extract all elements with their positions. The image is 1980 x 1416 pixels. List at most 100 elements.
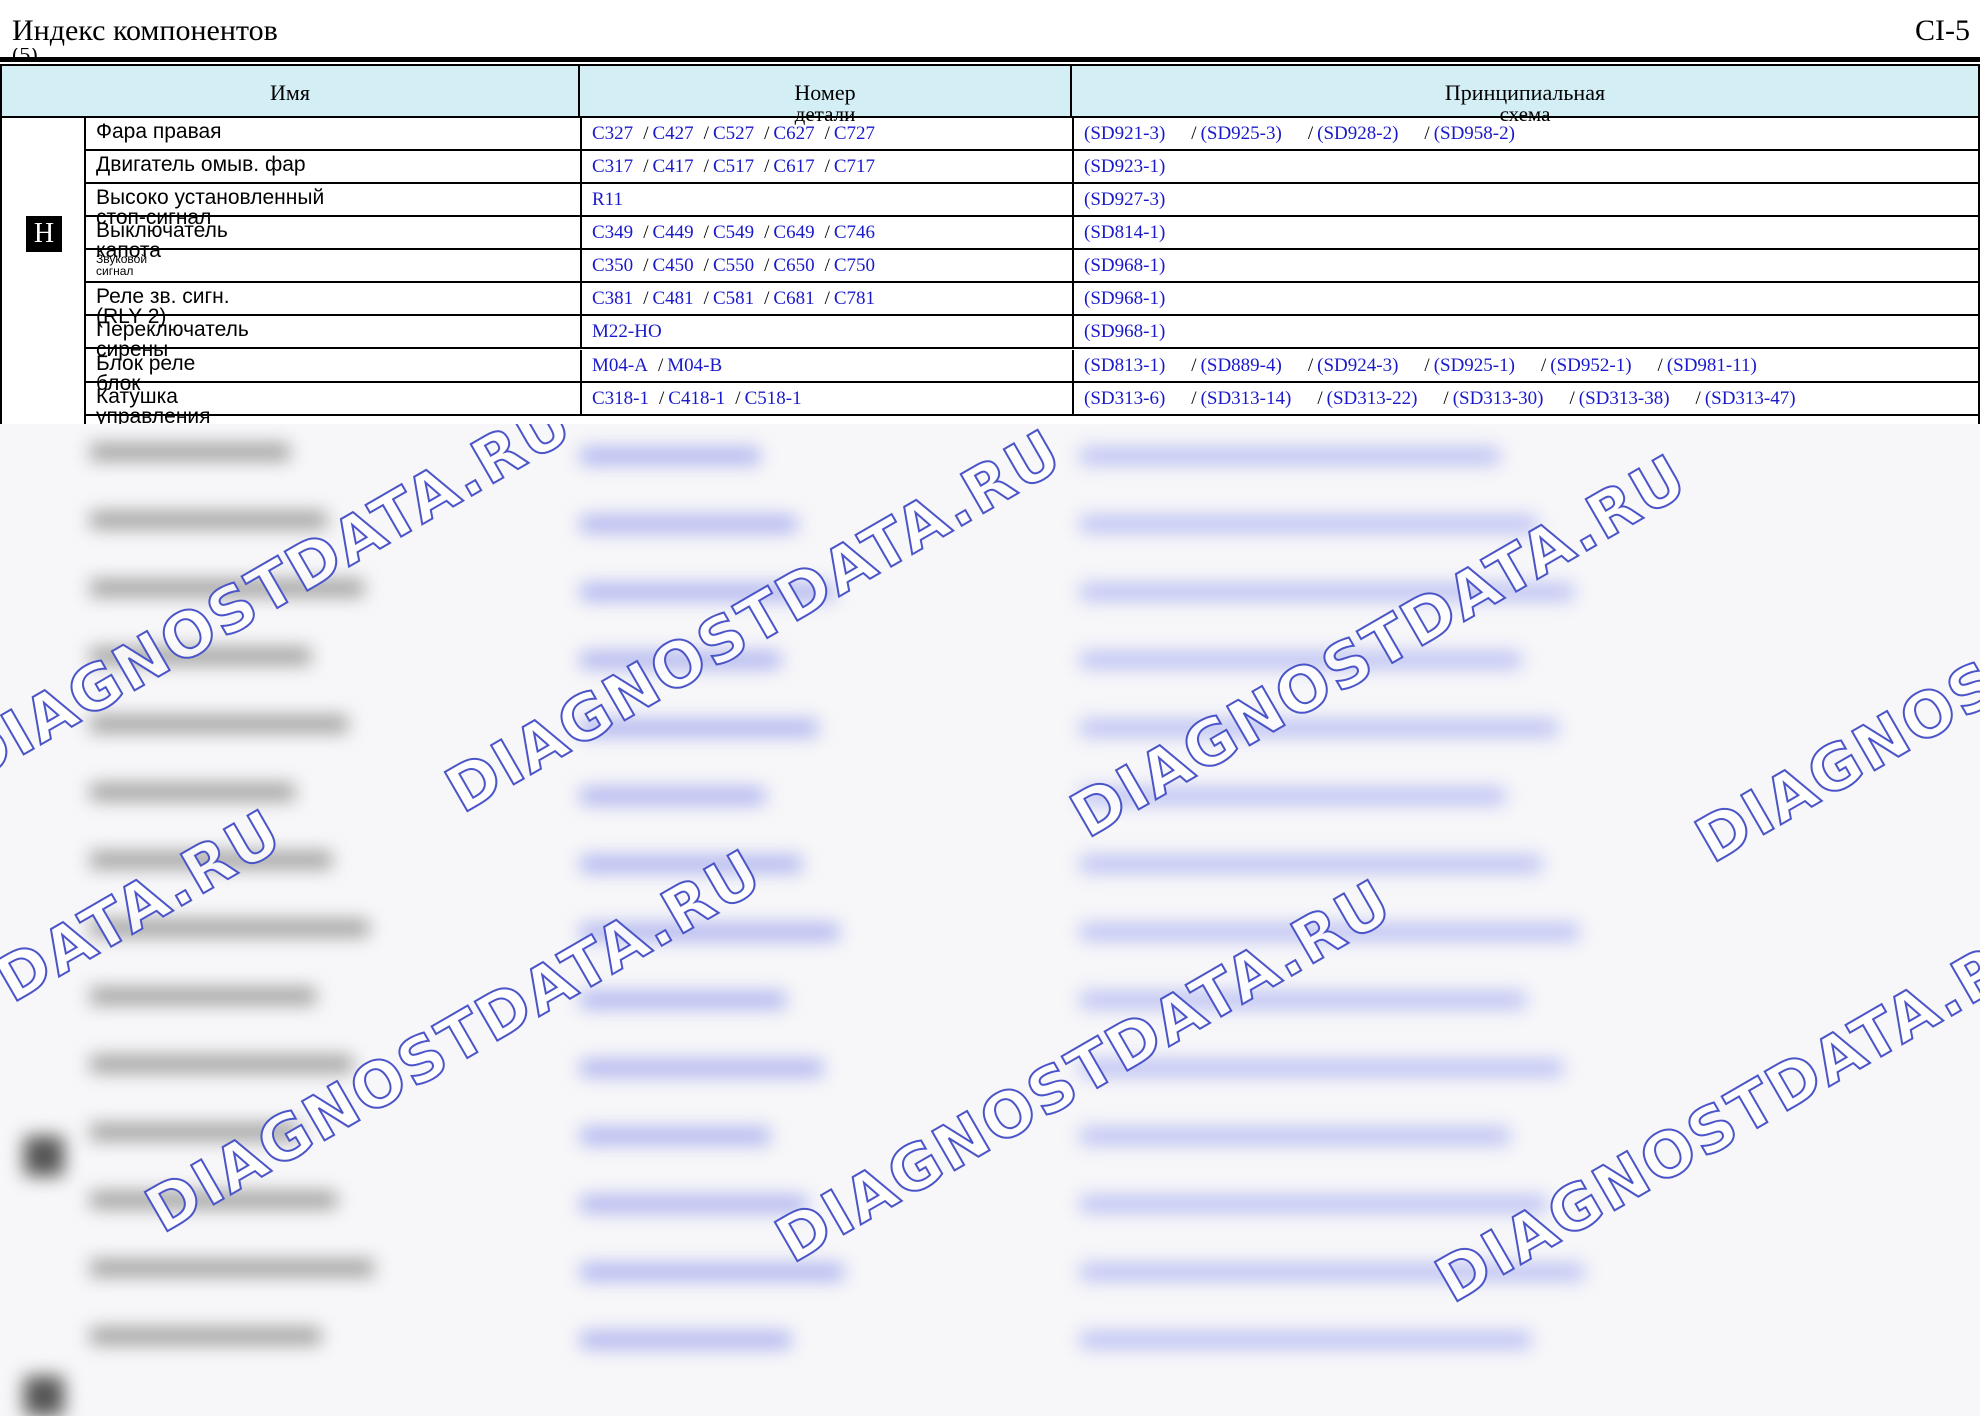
column-header-name-label: Имя <box>270 80 310 105</box>
page-number: CI-5 <box>1915 14 1970 47</box>
schema-link[interactable]: (SD813-1) <box>1084 355 1165 376</box>
schema-link[interactable]: (SD924-3) <box>1317 355 1398 376</box>
schema-link[interactable]: (SD968-1) <box>1084 255 1165 276</box>
part-number-link[interactable]: C717 <box>834 156 875 177</box>
schema-link[interactable]: (SD981-11) <box>1667 355 1757 376</box>
component-name: Фара правая <box>96 120 222 143</box>
part-number-link[interactable]: C450 <box>652 255 693 276</box>
schema-link[interactable]: (SD952-1) <box>1550 355 1631 376</box>
part-number-link[interactable]: M22-HO <box>592 321 662 342</box>
separator: / <box>824 255 830 276</box>
schema-link[interactable]: (SD313-30) <box>1453 388 1544 409</box>
component-name-line1: Фара правая <box>96 120 222 143</box>
blurred-line <box>90 716 348 732</box>
part-number-link[interactable]: C417 <box>652 156 693 177</box>
column-divider <box>580 151 582 182</box>
schema-link[interactable]: (SD313-6) <box>1084 388 1165 409</box>
separator: / <box>703 123 709 144</box>
blurred-line <box>580 992 786 1008</box>
part-number-link[interactable]: C481 <box>652 288 693 309</box>
schema-link[interactable]: (SD958-2) <box>1434 123 1515 144</box>
separator: / <box>1540 355 1547 376</box>
separator: / <box>703 156 709 177</box>
part-number-link[interactable]: C327 <box>592 123 633 144</box>
part-number-link[interactable]: C349 <box>592 222 633 243</box>
schema-link[interactable]: (SD968-1) <box>1084 321 1165 342</box>
component-name: Катушка управления <box>96 386 211 424</box>
part-number-link[interactable]: C350 <box>592 255 633 276</box>
schema-link[interactable]: (SD313-38) <box>1579 388 1670 409</box>
part-number-link[interactable]: C781 <box>834 288 875 309</box>
schema-link[interactable]: (SD928-2) <box>1317 123 1398 144</box>
blurred-line <box>580 516 797 532</box>
part-number-link[interactable]: C549 <box>713 222 754 243</box>
schema-link[interactable]: (SD921-3) <box>1084 123 1165 144</box>
part-number-link[interactable]: C746 <box>834 222 875 243</box>
component-name: Двигатель омыв. фар <box>96 153 306 176</box>
column-divider <box>580 350 582 381</box>
part-numbers: C350/C450/C550/C650/C750 <box>592 255 875 277</box>
part-number-link[interactable]: C318-1 <box>592 388 649 409</box>
schema-refs: (SD927-3) <box>1084 189 1181 211</box>
column-divider <box>580 383 582 414</box>
part-number-link[interactable]: C427 <box>652 123 693 144</box>
separator: / <box>764 156 770 177</box>
part-number-link[interactable]: C317 <box>592 156 633 177</box>
schema-link[interactable]: (SD925-1) <box>1434 355 1515 376</box>
schema-link[interactable]: (SD313-22) <box>1327 388 1418 409</box>
column-divider <box>1072 184 1074 215</box>
schema-link[interactable]: (SD814-1) <box>1084 222 1165 243</box>
part-numbers: C349/C449/C549/C649/C746 <box>592 222 875 244</box>
separator: / <box>764 255 770 276</box>
part-number-link[interactable]: C617 <box>773 156 814 177</box>
separator: / <box>643 156 649 177</box>
part-numbers: C318-1/C418-1/C518-1 <box>592 388 802 410</box>
blurred-line <box>1080 1332 1531 1348</box>
schema-link[interactable]: (SD927-3) <box>1084 189 1165 210</box>
table-row: Звуковой сигнал C350/C450/C550/C650/C750 (S… <box>86 250 1980 283</box>
separator: / <box>824 222 830 243</box>
schema-link[interactable]: (SD313-14) <box>1201 388 1292 409</box>
separator: / <box>703 222 709 243</box>
separator: / <box>659 388 665 409</box>
schema-link[interactable]: (SD968-1) <box>1084 288 1165 309</box>
part-numbers: R11 <box>592 189 623 211</box>
separator: / <box>1317 388 1323 409</box>
schema-link[interactable]: (SD925-3) <box>1201 123 1282 144</box>
part-number-link[interactable]: C418-1 <box>668 388 725 409</box>
schema-link[interactable]: (SD889-4) <box>1201 355 1282 376</box>
part-number-link[interactable]: C517 <box>713 156 754 177</box>
table-row: Фара правая C327/C427/C527/C627/C727 (SD92… <box>86 118 1980 151</box>
part-number-link[interactable]: C727 <box>834 123 875 144</box>
table-row: Двигатель омыв. фар C317/C417/C517/C617/C… <box>86 151 1980 184</box>
schema-link[interactable]: (SD313-47) <box>1705 388 1796 409</box>
column-divider <box>580 118 582 149</box>
component-name-line1: Двигатель омыв. фар <box>96 153 306 176</box>
part-number-link[interactable]: R11 <box>592 189 623 210</box>
part-numbers: M22-HO <box>592 321 662 343</box>
part-numbers: C381/C481/C581/C681/C781 <box>592 288 875 310</box>
part-number-link[interactable]: C649 <box>773 222 814 243</box>
page-subtitle: (5) <box>12 48 38 60</box>
column-divider <box>580 283 582 314</box>
part-number-link[interactable]: C681 <box>773 288 814 309</box>
component-name: Звуковой сигнал <box>96 253 147 277</box>
separator: / <box>824 123 830 144</box>
part-number-link[interactable]: C627 <box>773 123 814 144</box>
separator: / <box>1424 123 1430 144</box>
part-number-link[interactable]: C550 <box>713 255 754 276</box>
blurred-content-area: DIAGNOSTDATA.RU DIAGNOSTDATA.RU DIAGNOSTDA… <box>0 424 1980 1416</box>
part-number-link[interactable]: C449 <box>652 222 693 243</box>
schema-link[interactable]: (SD923-1) <box>1084 156 1165 177</box>
part-number-link[interactable]: M04-B <box>667 355 722 376</box>
part-number-link[interactable]: M04-A <box>592 355 648 376</box>
part-number-link[interactable]: C381 <box>592 288 633 309</box>
schema-refs: (SD814-1) <box>1084 222 1181 244</box>
blurred-line <box>1080 516 1537 532</box>
part-number-link[interactable]: C581 <box>713 288 754 309</box>
part-number-link[interactable]: C750 <box>834 255 875 276</box>
part-number-link[interactable]: C650 <box>773 255 814 276</box>
part-number-link[interactable]: C518-1 <box>745 388 802 409</box>
part-number-link[interactable]: C527 <box>713 123 754 144</box>
schema-refs: (SD968-1) <box>1084 321 1181 343</box>
